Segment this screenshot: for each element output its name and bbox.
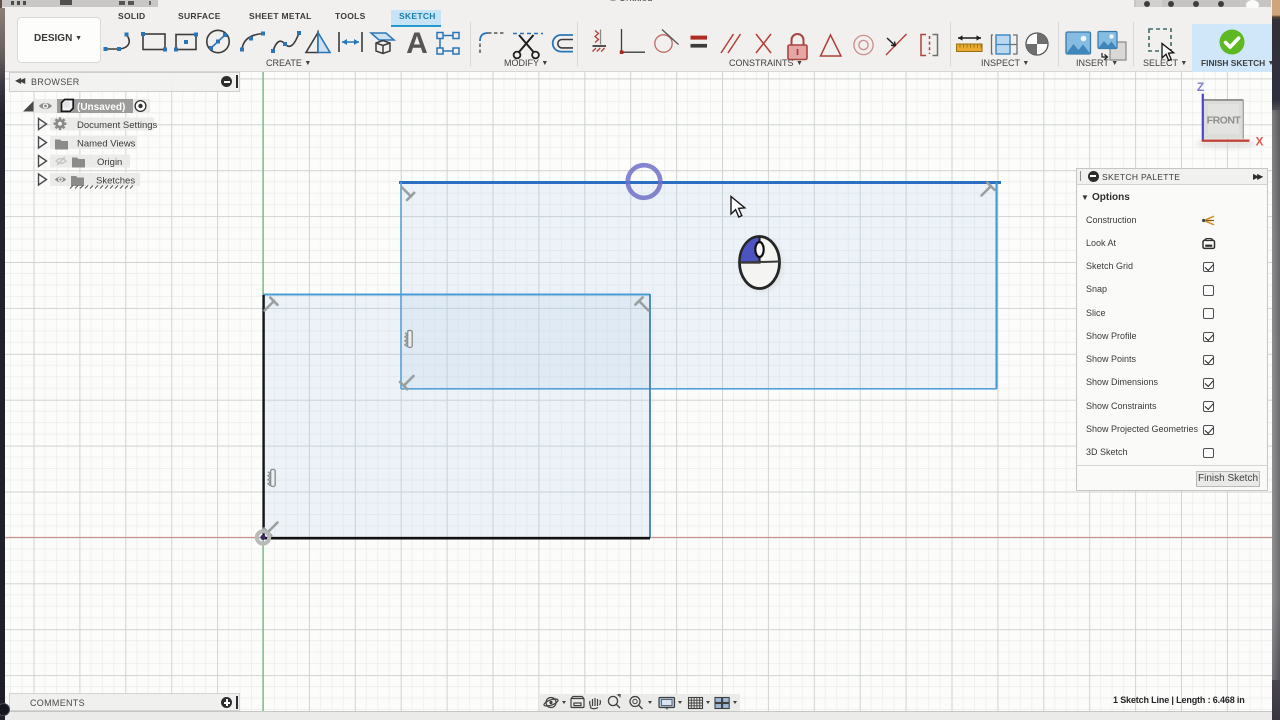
- svg-text:Origin: Origin: [97, 157, 122, 168]
- svg-text:(Unsaved): (Unsaved): [77, 102, 125, 113]
- svg-text:Document Settings: Document Settings: [77, 120, 158, 131]
- svg-text:X: X: [1256, 135, 1264, 149]
- svg-text:FRONT: FRONT: [1207, 115, 1242, 127]
- svg-text:A: A: [406, 27, 428, 60]
- svg-text:Sketches: Sketches: [96, 176, 135, 187]
- svg-text:Named Views: Named Views: [77, 139, 136, 150]
- svg-text:Z: Z: [1197, 80, 1204, 94]
